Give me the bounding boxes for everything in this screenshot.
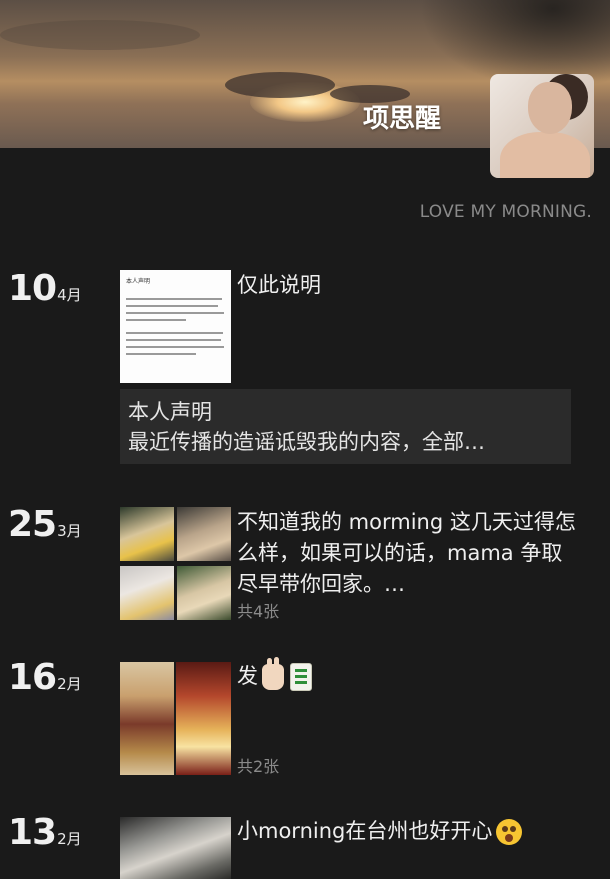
document-line	[126, 312, 224, 314]
post-day: 25	[8, 504, 57, 545]
avatar-shoulder	[500, 132, 590, 178]
link-card-title: 本人声明	[128, 400, 212, 424]
post-month: 2月	[57, 830, 82, 848]
post-month: 3月	[57, 522, 82, 540]
document-line	[126, 353, 196, 355]
dog-photo	[120, 507, 174, 561]
post-text: 不知道我的 morming 这几天过得怎么样，如果可以的话，mama 争取尽早带…	[237, 510, 576, 596]
document-line	[126, 332, 223, 334]
moment-post[interactable]: 132月 小morning在台州也好开心	[0, 812, 610, 879]
post-text: 发	[237, 657, 577, 692]
document-line	[126, 305, 218, 307]
document-line	[126, 319, 186, 321]
document-line	[126, 346, 224, 348]
document-screenshot: 本人声明	[120, 270, 231, 383]
post-day: 16	[8, 657, 57, 698]
profile-signature: LOVE MY MORNING.	[419, 202, 592, 222]
post-day: 10	[8, 268, 57, 309]
post-date: 132月	[8, 812, 118, 853]
post-image[interactable]: 本人声明	[120, 270, 231, 383]
link-card[interactable]: 本人声明 最近传播的造谣诋毁我的内容，全部…	[120, 389, 571, 464]
post-image[interactable]	[120, 817, 231, 879]
dog-photo	[177, 507, 231, 561]
avatar[interactable]	[490, 74, 594, 178]
document-line	[126, 298, 222, 300]
post-text-content: 小morning在台州也好开心	[237, 819, 493, 843]
post-text-content: 发	[237, 664, 258, 688]
post-month: 2月	[57, 675, 82, 693]
deity-poster	[176, 662, 231, 775]
link-card-summary: 最近传播的造谣诋毁我的内容，全部…	[128, 430, 485, 454]
post-text: 小morning在台州也好开心	[237, 816, 577, 847]
dog-photo	[177, 566, 231, 620]
deity-poster	[120, 662, 174, 775]
document-heading: 本人声明	[126, 278, 151, 285]
victory-hand-icon	[262, 657, 284, 690]
astonished-face-icon	[496, 819, 523, 845]
post-date: 104月	[8, 268, 118, 309]
avatar-face	[528, 82, 572, 134]
post-date: 253月	[8, 504, 118, 545]
photo-count: 共2张	[237, 757, 280, 776]
post-image-pair[interactable]	[120, 662, 231, 775]
moment-post[interactable]: 104月 本人声明 仅此说明 本人声明 最近传播的造谣诋毁我的内容，全部…	[0, 266, 610, 476]
post-day: 13	[8, 812, 57, 853]
post-month: 4月	[57, 286, 82, 304]
cloud	[225, 72, 335, 98]
cloud	[0, 20, 200, 50]
profile-username[interactable]: 项思醒	[363, 98, 473, 135]
post-image-grid[interactable]	[120, 507, 231, 620]
moment-post[interactable]: 162月 发 共2张	[0, 657, 610, 777]
mahjong-fa-tile-icon	[290, 663, 312, 691]
post-date: 162月	[8, 657, 118, 698]
moment-post[interactable]: 253月 不知道我的 morming 这几天过得怎么样，如果可以的话，mama …	[0, 504, 610, 624]
document-line	[126, 339, 221, 341]
photo-count: 共4张	[237, 602, 280, 621]
dog-photo	[120, 566, 174, 620]
post-text: 仅此说明	[237, 273, 321, 297]
